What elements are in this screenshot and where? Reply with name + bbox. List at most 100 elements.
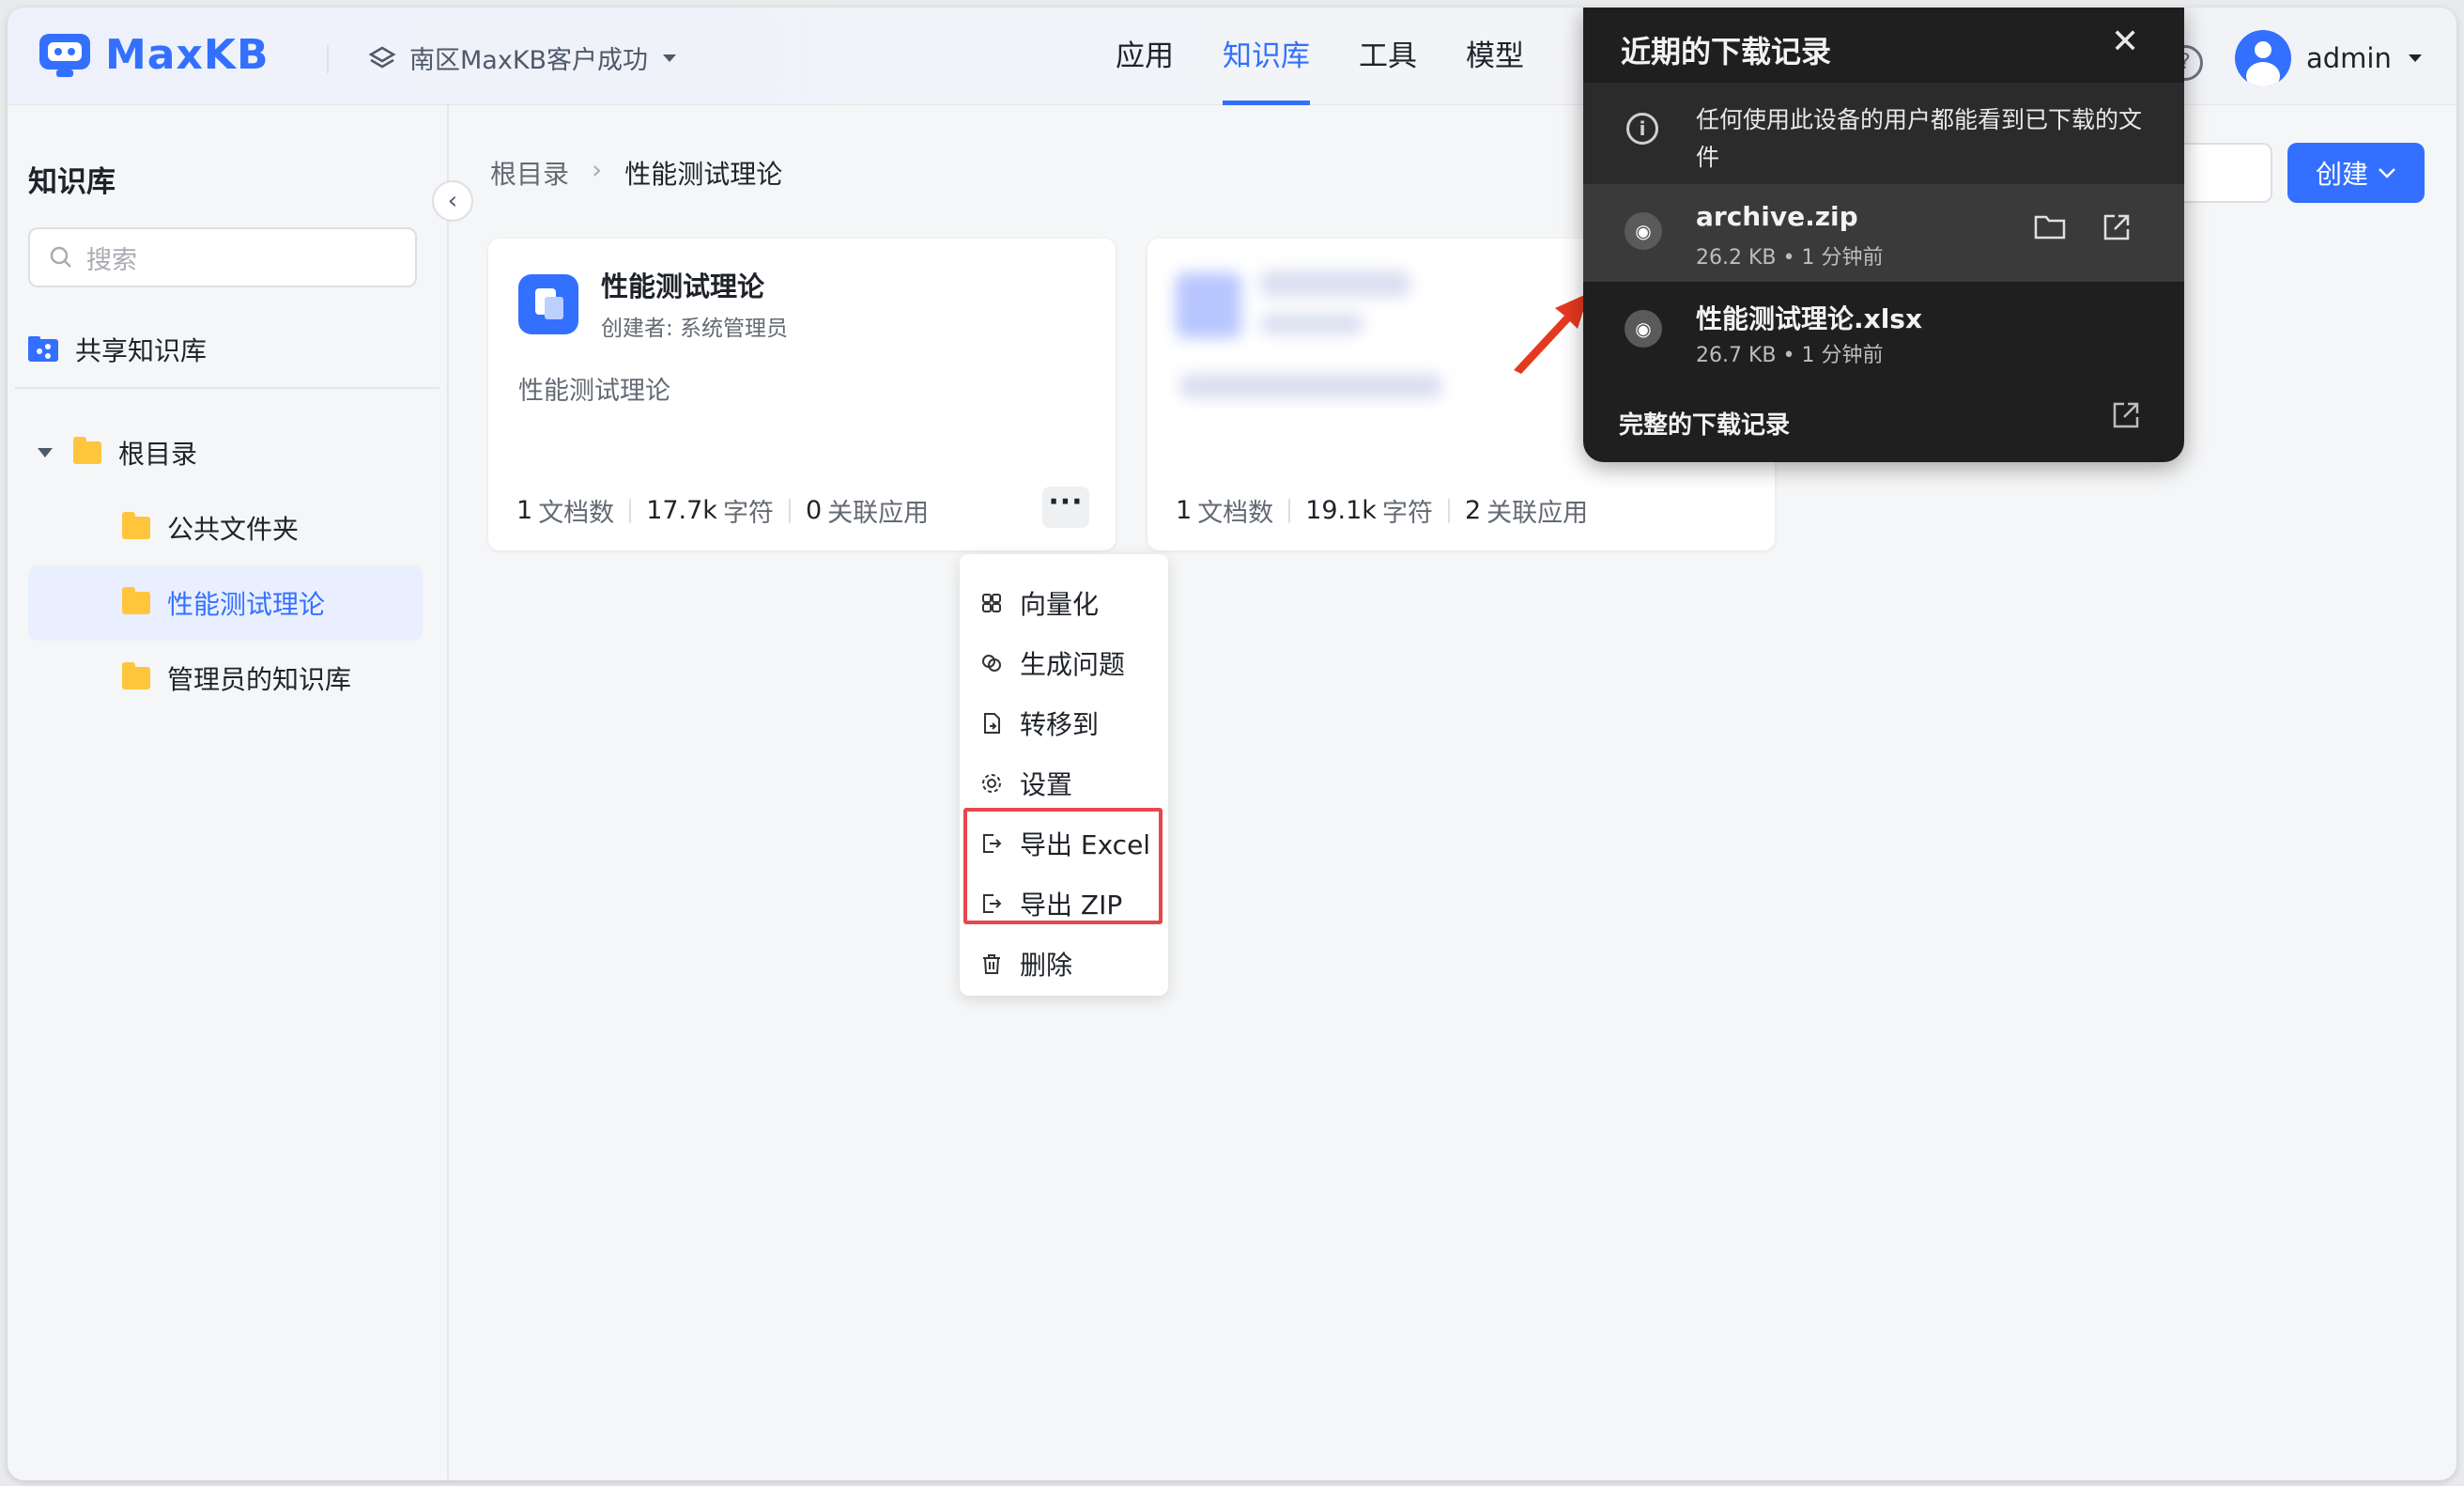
docs-count: 1 xyxy=(1176,496,1193,525)
folder-icon xyxy=(122,587,150,614)
sidebar-title: 知识库 xyxy=(28,165,116,199)
collapse-sidebar-button[interactable]: ‹ xyxy=(432,180,473,222)
breadcrumb-root[interactable]: 根目录 xyxy=(490,154,569,192)
chars-count: 17.7k xyxy=(646,496,717,525)
tree-item-label: 管理员的知识库 xyxy=(167,664,352,695)
sidebar: 知识库 搜索 共享知识库 根目录 公共文件夹 性能测试理论 管理员的知识库 xyxy=(8,105,449,1480)
open-external-icon[interactable] xyxy=(2102,212,2132,242)
close-icon[interactable]: ✕ xyxy=(2111,23,2139,61)
info-icon: i xyxy=(1626,113,1658,145)
header-divider xyxy=(327,45,329,73)
incognito-icon: ◉ xyxy=(1625,212,1662,250)
user-menu[interactable]: admin xyxy=(2235,30,2424,86)
apps-label: 关联应用 xyxy=(1486,499,1589,528)
tree-item-label: 公共文件夹 xyxy=(167,514,300,545)
nav-tools[interactable]: 工具 xyxy=(1359,8,1417,105)
create-button[interactable]: 创建 xyxy=(2287,143,2425,203)
apps-label: 关联应用 xyxy=(827,499,930,528)
robot-logo-icon xyxy=(39,34,90,77)
download-name: archive.zip xyxy=(1696,201,1858,232)
folder-icon[interactable] xyxy=(2034,212,2066,240)
nav-apps[interactable]: 应用 xyxy=(1116,8,1174,105)
brand-name: MaxKB xyxy=(105,30,270,79)
menu-item-label: 设置 xyxy=(1020,769,1073,800)
download-item[interactable]: ◉ 性能测试理论.xlsx 26.7 KB • 1 分钟前 xyxy=(1583,282,2184,379)
download-meta: 26.7 KB • 1 分钟前 xyxy=(1696,344,1884,367)
blurred-subtitle xyxy=(1260,314,1363,334)
downloads-popup: 近期的下载记录 ✕ i 任何使用此设备的用户都能看到已下载的文件 ◉ archi… xyxy=(1583,8,2184,462)
layers-icon xyxy=(368,46,396,68)
download-name: 性能测试理论.xlsx xyxy=(1696,303,1923,334)
stat-divider xyxy=(629,498,632,523)
menu-item-label: 转移到 xyxy=(1020,709,1100,740)
open-external-icon[interactable] xyxy=(2111,400,2141,430)
search-placeholder: 搜索 xyxy=(86,245,137,275)
full-downloads-link[interactable]: 完整的下载记录 xyxy=(1619,406,1790,441)
downloads-title: 近期的下载记录 xyxy=(1621,34,1832,70)
menu-item-delete[interactable]: 删除 xyxy=(960,934,1168,994)
tree-item-public[interactable]: 公共文件夹 xyxy=(28,490,423,565)
stat-divider xyxy=(1447,498,1450,523)
card-stats: 1 文档数 17.7k 字符 0 关联应用 xyxy=(516,492,929,529)
menu-item-settings[interactable]: 设置 xyxy=(960,753,1168,813)
chars-label: 字符 xyxy=(722,499,774,528)
menu-item-label: 删除 xyxy=(1020,950,1073,981)
more-options-button[interactable]: ··· xyxy=(1042,487,1089,528)
blurred-description xyxy=(1179,374,1442,398)
breadcrumb-current: 性能测试理论 xyxy=(624,159,783,190)
chevron-down-icon xyxy=(2379,168,2395,178)
workspace-selector[interactable]: 南区MaxKB客户成功 xyxy=(368,39,678,76)
caret-down-icon xyxy=(663,54,677,62)
card-stats: 1 文档数 19.1k 字符 2 关联应用 xyxy=(1176,492,1588,529)
card-description: 性能测试理论 xyxy=(518,377,670,406)
apps-count: 2 xyxy=(1464,496,1482,525)
caret-down-icon[interactable] xyxy=(36,446,54,459)
menu-item-label: 向量化 xyxy=(1020,589,1100,620)
caret-down-icon xyxy=(2408,54,2422,62)
search-icon xyxy=(50,246,71,268)
apps-count: 0 xyxy=(805,496,823,525)
app-window: MaxKB 南区MaxKB客户成功 应用 知识库 工具 模型 ? admin 知… xyxy=(8,8,2456,1480)
menu-item-generate[interactable]: 生成问题 xyxy=(960,633,1168,693)
docs-label: 文档数 xyxy=(1197,499,1274,528)
download-item[interactable]: ◉ archive.zip 26.2 KB • 1 分钟前 xyxy=(1583,184,2184,282)
docs-count: 1 xyxy=(516,496,533,525)
chevron-right-icon: › xyxy=(592,154,603,185)
menu-item-vectorize[interactable]: 向量化 xyxy=(960,573,1168,633)
folder-icon xyxy=(73,437,101,464)
downloads-notice: i 任何使用此设备的用户都能看到已下载的文件 xyxy=(1583,83,2184,184)
tree-root-label: 根目录 xyxy=(118,439,198,470)
download-meta: 26.2 KB • 1 分钟前 xyxy=(1696,246,1884,270)
stat-divider xyxy=(788,498,791,523)
tree-item-perf[interactable]: 性能测试理论 xyxy=(28,565,423,641)
main-nav: 应用 知识库 工具 模型 xyxy=(1116,8,1524,105)
blurred-icon xyxy=(1176,272,1241,338)
workspace-name: 南区MaxKB客户成功 xyxy=(409,46,649,75)
card-title: 性能测试理论 xyxy=(601,271,765,302)
menu-item-label: 生成问题 xyxy=(1020,649,1126,680)
move-icon xyxy=(984,713,1000,734)
folder-icon xyxy=(122,662,150,689)
trash-icon xyxy=(983,954,1000,974)
sidebar-divider xyxy=(15,387,439,389)
breadcrumb: 根目录 › 性能测试理论 xyxy=(490,154,782,192)
annotation-arrow xyxy=(1514,293,1589,374)
sidebar-item-shared[interactable]: 共享知识库 xyxy=(28,331,207,368)
nav-models[interactable]: 模型 xyxy=(1466,8,1524,105)
menu-item-move[interactable]: 转移到 xyxy=(960,693,1168,753)
brand-logo[interactable]: MaxKB xyxy=(36,28,270,81)
knowledge-card[interactable]: 性能测试理论 创建者: 系统管理员 性能测试理论 1 文档数 17.7k 字符 0关… xyxy=(488,239,1116,550)
nav-knowledge[interactable]: 知识库 xyxy=(1223,8,1310,105)
tree-item-admin[interactable]: 管理员的知识库 xyxy=(28,641,423,716)
chars-label: 字符 xyxy=(1381,499,1433,528)
document-icon xyxy=(518,274,578,334)
stat-divider xyxy=(1288,498,1291,523)
shared-folder-icon xyxy=(28,336,58,362)
card-options-menu: 向量化 生成问题 转移到 设置 导出 Excel 导出 ZIP 删除 xyxy=(960,554,1168,996)
export-highlight-box xyxy=(963,808,1163,924)
avatar xyxy=(2235,30,2291,86)
vectorize-icon xyxy=(982,594,1001,612)
generate-icon xyxy=(982,655,1001,672)
sidebar-search-input[interactable]: 搜索 xyxy=(28,227,417,287)
tree-root[interactable]: 根目录 xyxy=(28,415,423,490)
